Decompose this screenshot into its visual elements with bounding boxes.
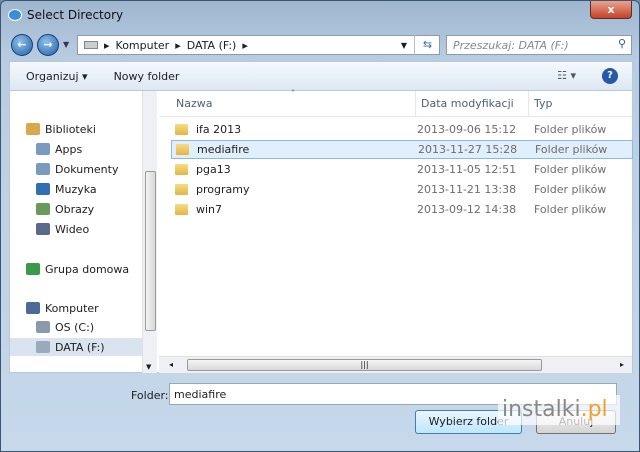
drive-icon — [84, 41, 98, 49]
file-type: Folder plików — [534, 203, 607, 216]
refresh-icon[interactable]: ⇆ — [414, 35, 440, 55]
content-area: Biblioteki Apps Dokumenty Muzyka Obrazy Wideo… — [9, 89, 633, 373]
file-name: programy — [196, 183, 250, 196]
address-bar[interactable]: ▸ Komputer ▸ DATA (F:) ▸ ▼ — [77, 35, 440, 55]
sidebar-item-label: Dokumenty — [55, 162, 119, 176]
file-type: Folder plików — [534, 123, 607, 136]
dialog-window: Select Directory x ← → ▼ ▸ Komputer ▸ DA… — [0, 0, 640, 452]
scrollbar-thumb[interactable] — [145, 171, 156, 331]
folder-icon — [176, 144, 189, 155]
navigation-pane: Biblioteki Apps Dokumenty Muzyka Obrazy Wideo… — [10, 91, 157, 373]
search-input[interactable]: Przeszukaj: DATA (F:) ⚲ — [446, 35, 632, 55]
sort-ascending-icon: ˄ — [291, 89, 295, 98]
new-folder-button[interactable]: Nowy folder — [114, 70, 180, 83]
sidebar-item-label: DATA (F:) — [55, 340, 105, 354]
watermark-logo: instalki.pl — [498, 395, 620, 425]
address-dropdown-icon[interactable]: ▼ — [395, 41, 413, 50]
sidebar-item-label: Grupa domowa — [45, 262, 130, 276]
history-dropdown-icon[interactable]: ▼ — [63, 40, 69, 49]
file-name: win7 — [196, 203, 223, 216]
sidebar-item[interactable]: Obrazy — [36, 200, 94, 218]
sidebar-item-icon — [36, 223, 50, 235]
sidebar-item-icon — [36, 203, 50, 215]
sidebar-item[interactable]: DATA (F:) — [10, 338, 142, 356]
file-row[interactable]: ifa 2013 2013-09-06 15:12 Folder plików — [171, 120, 633, 139]
file-name: ifa 2013 — [196, 123, 242, 136]
sidebar-item[interactable]: Dokumenty — [36, 160, 118, 178]
window-title: Select Directory — [27, 8, 124, 22]
sidebar-item-icon — [36, 341, 50, 353]
sidebar-item-icon — [26, 302, 40, 314]
file-date: 2013-09-06 15:12 — [417, 123, 517, 136]
file-row[interactable]: pga13 2013-11-05 12:51 Folder plików — [171, 160, 633, 179]
file-date: 2013-09-12 14:38 — [417, 203, 517, 216]
view-options-icon[interactable]: ☷ ▾ — [557, 69, 576, 82]
sidebar-scrollbar[interactable]: ▼ — [142, 91, 157, 373]
sidebar-item-label: Apps — [55, 142, 83, 156]
scroll-left-icon[interactable]: ◂ — [169, 360, 173, 369]
sidebar-item-icon — [36, 183, 50, 195]
column-date[interactable]: Data modyfikacji — [421, 97, 514, 110]
breadcrumb-data[interactable]: DATA (F:) — [187, 39, 237, 52]
file-name: mediafire — [197, 143, 250, 156]
folder-icon — [175, 124, 188, 135]
sidebar-item-label: Biblioteki — [45, 122, 96, 136]
file-date: 2013-11-05 12:51 — [417, 163, 517, 176]
sidebar-item[interactable]: OS (C:) — [36, 318, 94, 336]
sidebar-item-label: Komputer — [45, 301, 99, 315]
sidebar-item-label: Obrazy — [55, 202, 95, 216]
scroll-down-icon[interactable]: ▼ — [146, 363, 151, 371]
folder-label: Folder: — [131, 389, 169, 402]
file-date: 2013-11-21 13:38 — [417, 183, 517, 196]
file-name: pga13 — [196, 163, 231, 176]
back-button[interactable]: ← — [11, 34, 33, 56]
sidebar-item[interactable]: Muzyka — [36, 180, 97, 198]
sidebar-item[interactable]: Grupa domowa — [26, 260, 129, 278]
sidebar-item-icon — [36, 321, 50, 333]
scroll-right-icon[interactable]: ▸ — [620, 360, 624, 369]
folder-icon — [175, 204, 188, 215]
sidebar-item-label: OS (C:) — [55, 320, 95, 334]
help-icon[interactable]: ? — [602, 68, 618, 84]
sidebar-item[interactable]: Biblioteki — [26, 120, 96, 138]
sidebar-item-icon — [26, 263, 40, 275]
close-button[interactable]: x — [590, 1, 632, 19]
app-icon — [8, 9, 22, 21]
column-type[interactable]: Typ — [534, 97, 553, 110]
file-row[interactable]: mediafire 2013-11-27 15:28 Folder plików — [171, 140, 633, 159]
file-type: Folder plików — [535, 143, 608, 156]
toolbar: Organizuj ▾ Nowy folder ☷ ▾ ? — [9, 61, 633, 91]
scrollbar-thumb[interactable]: ||| — [187, 359, 542, 371]
forward-button[interactable]: → — [37, 34, 59, 56]
search-icon[interactable]: ⚲ — [618, 37, 626, 50]
folder-icon — [175, 164, 188, 175]
organize-button[interactable]: Organizuj ▾ — [26, 70, 88, 83]
file-date: 2013-11-27 15:28 — [418, 143, 518, 156]
sidebar-item[interactable]: Apps — [36, 140, 82, 158]
sidebar-item[interactable]: Komputer — [26, 299, 99, 317]
breadcrumb-komputer[interactable]: Komputer — [116, 39, 170, 52]
sidebar-item-icon — [36, 143, 50, 155]
file-type: Folder plików — [534, 163, 607, 176]
column-name[interactable]: Nazwa — [176, 97, 212, 110]
file-row[interactable]: win7 2013-09-12 14:38 Folder plików — [171, 200, 633, 219]
file-list: Nazwa ˄ Data modyfikacji Typ ifa 2013 201… — [159, 89, 633, 373]
sidebar-item-icon — [26, 123, 40, 135]
folder-icon — [175, 184, 188, 195]
column-headers: Nazwa ˄ Data modyfikacji Typ — [159, 89, 632, 117]
sidebar-item-label: Wideo — [55, 222, 90, 236]
sidebar-item[interactable]: Wideo — [36, 220, 89, 238]
file-type: Folder plików — [534, 183, 607, 196]
file-row[interactable]: programy 2013-11-21 13:38 Folder plików — [171, 180, 633, 199]
sidebar-item-label: Muzyka — [55, 182, 97, 196]
horizontal-scrollbar[interactable]: ◂ ||| ▸ — [159, 356, 632, 373]
sidebar-item-icon — [36, 163, 50, 175]
